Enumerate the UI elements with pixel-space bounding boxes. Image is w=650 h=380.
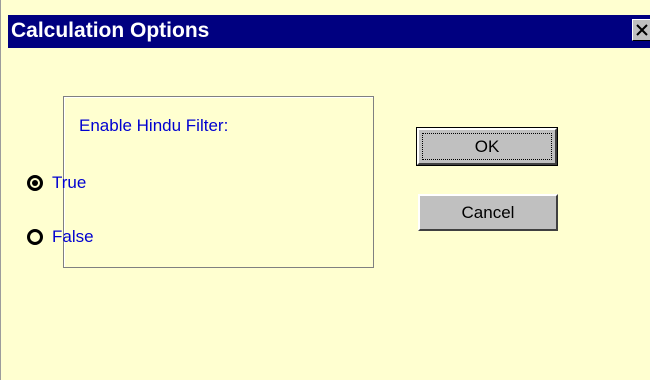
cancel-button-label: Cancel: [461, 203, 515, 222]
cancel-button[interactable]: Cancel: [418, 194, 558, 231]
ok-button[interactable]: OK: [416, 127, 558, 166]
radio-false-label[interactable]: False: [52, 227, 94, 247]
close-button[interactable]: [632, 19, 650, 41]
group-label: Enable Hindu Filter:: [79, 116, 229, 135]
radio-selected-icon[interactable]: [27, 175, 43, 191]
radio-true-label[interactable]: True: [52, 173, 86, 193]
dialog-title: Calculation Options: [11, 19, 210, 42]
radio-dot-icon: [32, 180, 38, 186]
title-bar[interactable]: Calculation Options: [8, 15, 650, 48]
radio-unselected-icon[interactable]: [27, 229, 43, 245]
dialog-body: Enable Hindu Filter: True False OK Cance…: [8, 48, 650, 380]
dialog-window: Calculation Options Enable Hindu Filter:…: [0, 0, 650, 380]
hindu-filter-group: Enable Hindu Filter:: [63, 96, 374, 268]
radio-false[interactable]: False: [27, 225, 94, 249]
radio-true[interactable]: True: [27, 171, 86, 195]
focus-rectangle: [422, 133, 552, 160]
close-icon: [636, 24, 648, 36]
